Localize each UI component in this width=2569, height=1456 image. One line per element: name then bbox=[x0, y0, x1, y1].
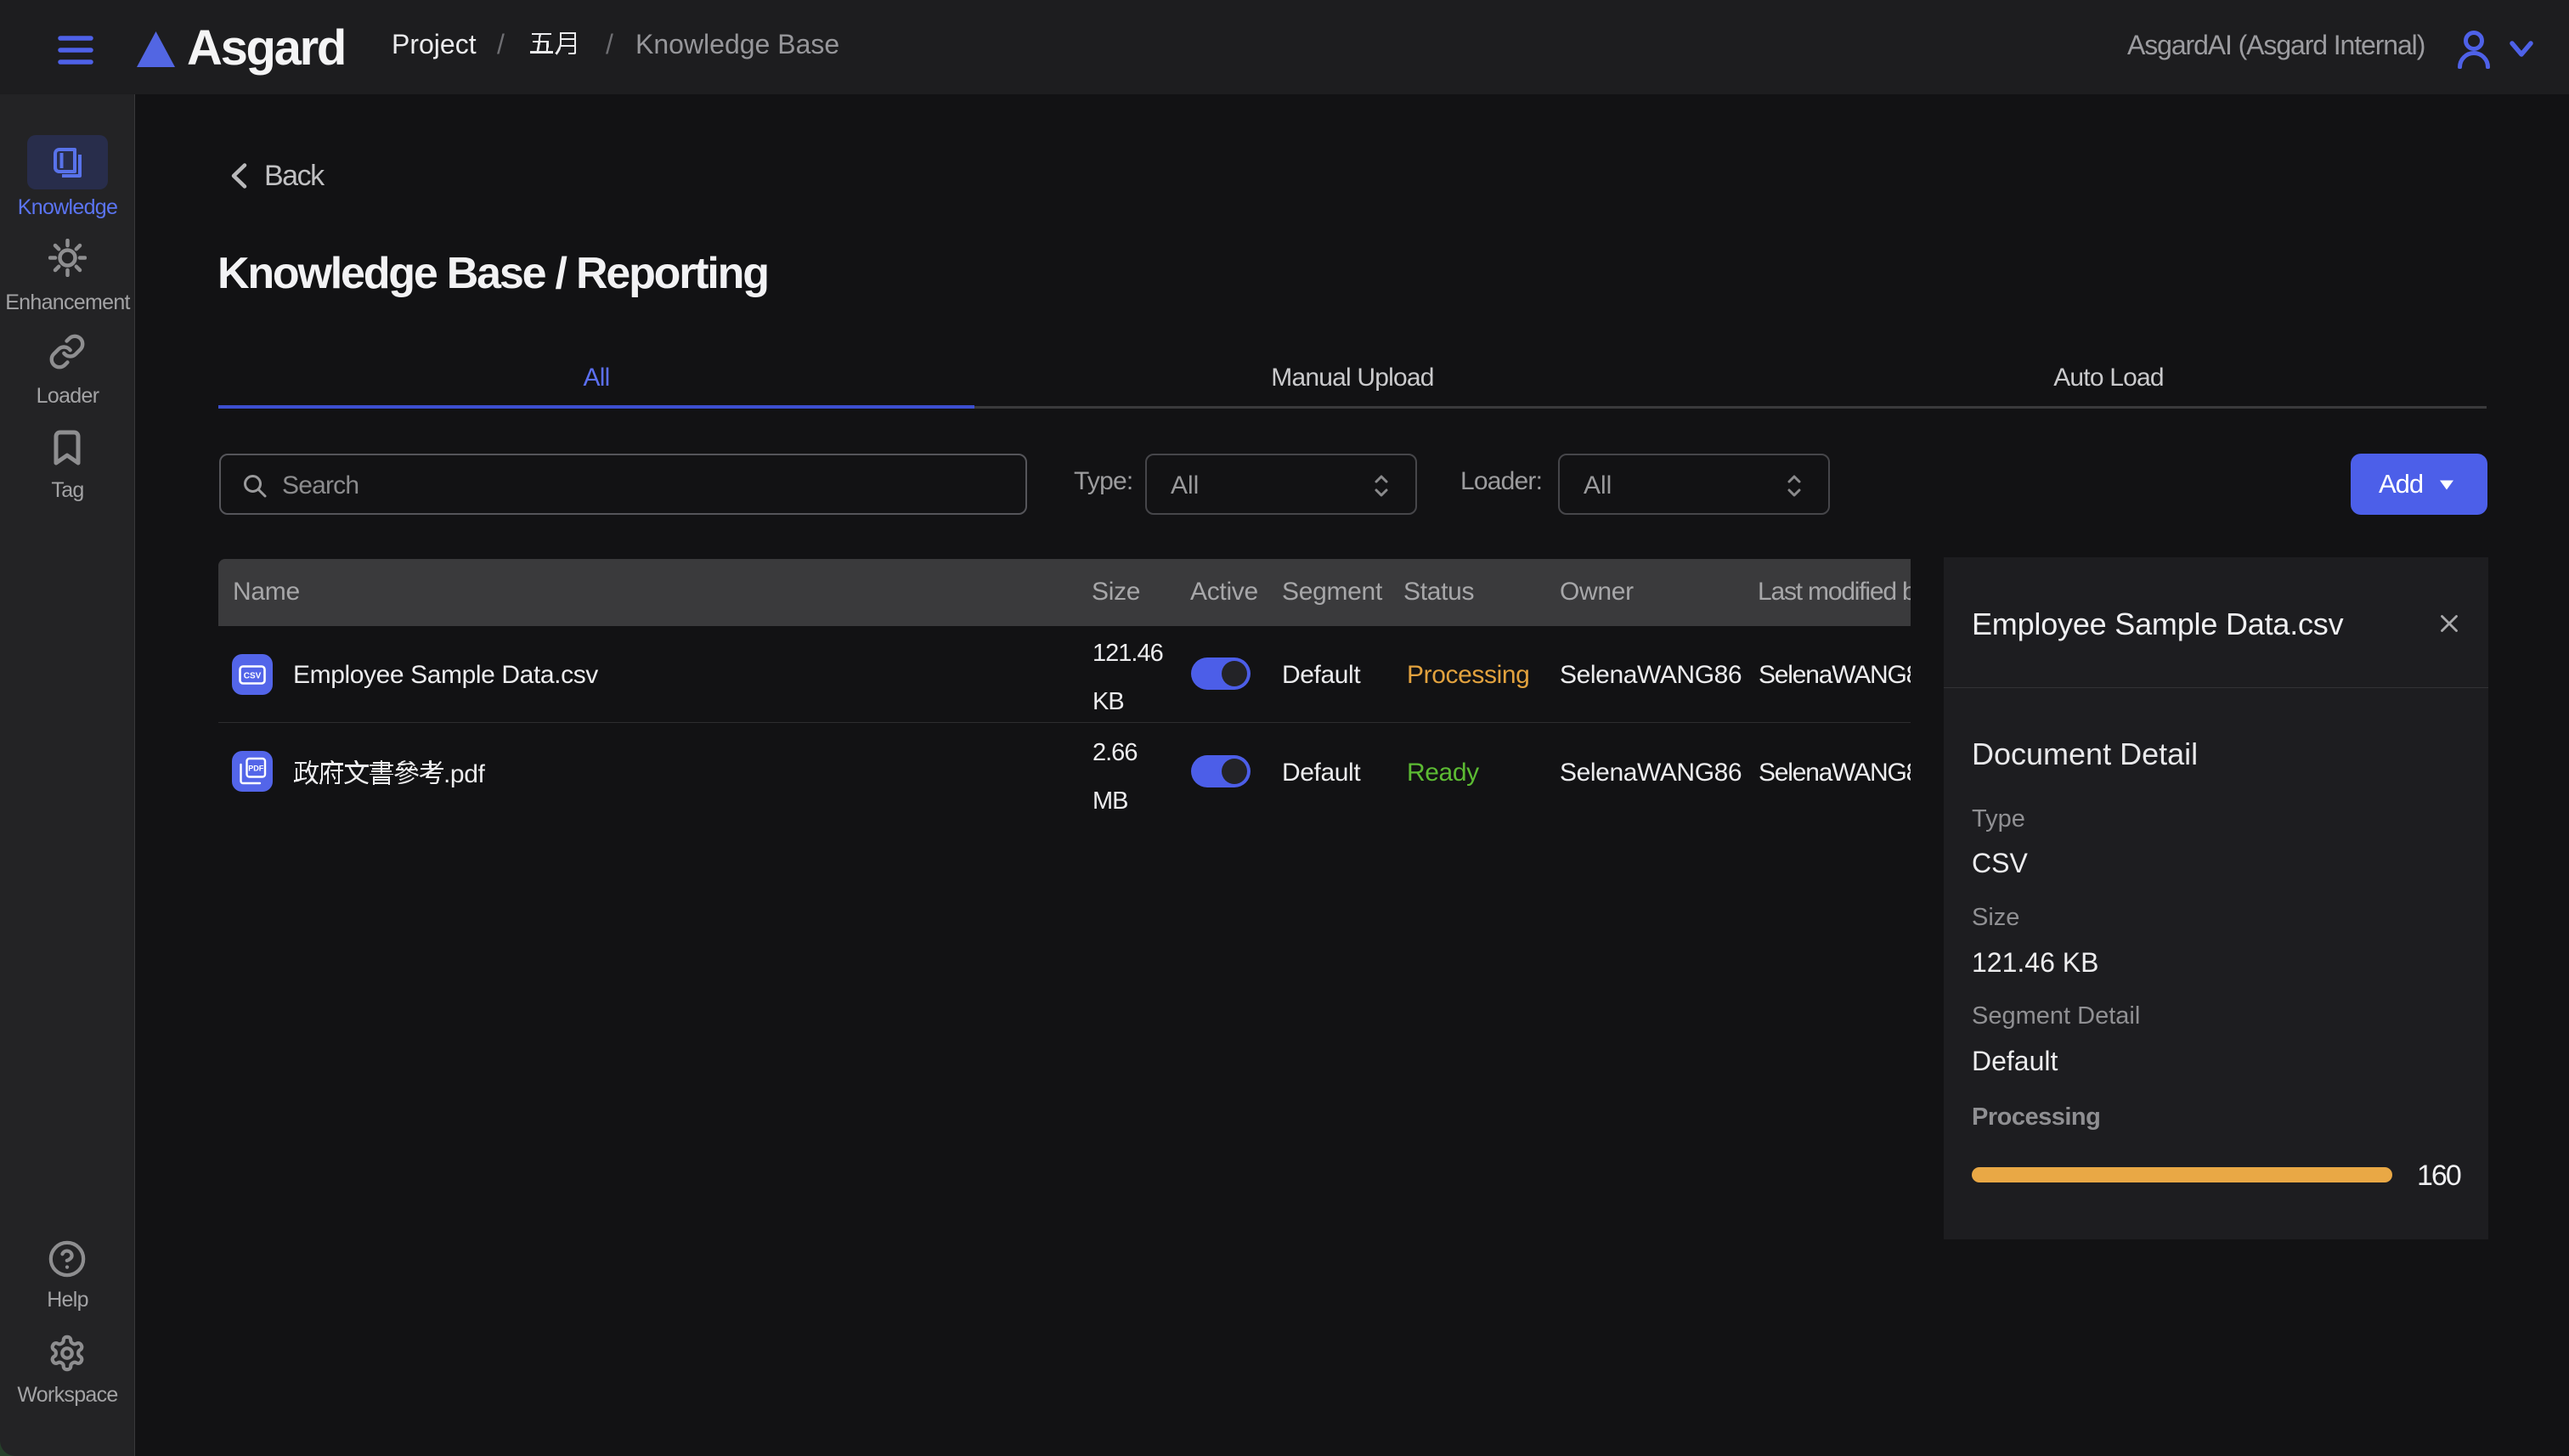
svg-text:PDF: PDF bbox=[248, 765, 264, 773]
svg-text:CSV: CSV bbox=[244, 672, 262, 681]
